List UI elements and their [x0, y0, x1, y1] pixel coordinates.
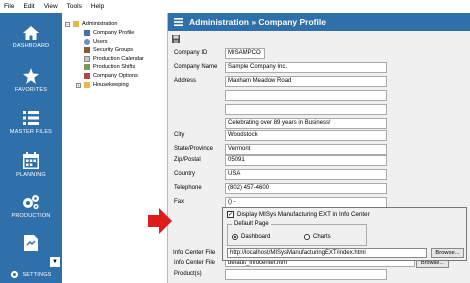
tree-item-company-profile[interactable]: Company Profile [84, 30, 134, 36]
company-id-label: Company ID [174, 50, 208, 56]
company-name-label: Company Name [174, 64, 218, 70]
tree-item-security-groups[interactable]: Security Groups [84, 47, 133, 53]
company-name-field[interactable]: Sample Company Inc. [225, 62, 387, 73]
menu-bar: File Edit View Tools Help [0, 0, 470, 13]
city-field[interactable]: Woodstock [225, 130, 387, 141]
nav-report[interactable] [0, 235, 62, 254]
menu-edit[interactable]: Edit [23, 3, 34, 10]
navigation-tree: − Administration Company Profile Users S… [62, 13, 168, 283]
gears-icon [23, 195, 39, 210]
default-page-group: Default Page Dashboard Charts [227, 221, 367, 246]
nav-planning[interactable]: PLANNING [0, 152, 62, 178]
options-icon [84, 73, 90, 79]
radio-unselected-icon [304, 234, 310, 240]
tree-item-users[interactable]: Users [84, 39, 108, 45]
tree-item-production-calendar[interactable]: Production Calendar [84, 56, 144, 62]
checkbox-checked-icon: ✓ [227, 211, 234, 218]
list-icon [23, 111, 39, 125]
nav-dashboard[interactable]: DASHBOARD [0, 26, 62, 49]
company-icon [84, 30, 90, 36]
folder-icon [73, 21, 79, 27]
expand-icon[interactable]: + [76, 82, 81, 88]
home-icon [23, 26, 39, 40]
info-center-file-label: Info Center File [174, 260, 216, 266]
user-icon [84, 39, 90, 45]
state-label: State/Province [174, 146, 214, 152]
calendar-icon [23, 152, 39, 169]
tree-item-production-shifts[interactable]: Production Shifts [84, 64, 135, 70]
sidebar: DASHBOARD FAVORITES MASTER FILES PLANNIN… [0, 13, 62, 283]
menu-tools[interactable]: Tools [67, 3, 82, 10]
tree-item-administration[interactable]: − Administration [65, 21, 117, 27]
save-icon[interactable] [172, 35, 180, 43]
radio-dashboard[interactable]: Dashboard [232, 234, 270, 240]
radio-charts[interactable]: Charts [304, 234, 331, 240]
gear-icon [11, 270, 19, 279]
shifts-icon [84, 64, 90, 70]
page-title: Administration » Company Profile [189, 17, 326, 27]
group-icon [84, 47, 90, 53]
city-label: City [174, 132, 185, 138]
nav-production[interactable]: PRODUCTION [0, 194, 62, 219]
address-line-4[interactable]: Celebrating over 89 years in Business! [225, 118, 387, 129]
nav-dashboard-label: DASHBOARD [12, 43, 50, 49]
display-ext-label: Display MISys Manufacturing EXT in Info … [237, 211, 370, 218]
arrow-pointer-icon [148, 208, 172, 234]
country-label: Country [174, 171, 196, 177]
nav-production-label: PRODUCTION [11, 213, 51, 219]
state-field[interactable]: Vermont [225, 144, 387, 155]
menu-file[interactable]: File [4, 3, 14, 10]
popup-info-center-label: Info Center File [173, 249, 216, 256]
star-icon [23, 68, 39, 84]
address-line-2[interactable] [225, 90, 387, 101]
nav-settings[interactable]: SETTINGS [0, 270, 62, 279]
menu-view[interactable]: View [44, 3, 58, 10]
address-line-3[interactable] [225, 104, 387, 115]
address-label: Address [174, 78, 197, 84]
country-field[interactable]: USA [225, 169, 387, 180]
products-field[interactable] [225, 269, 387, 280]
nav-favorites-label: FAVORITES [14, 87, 48, 93]
tree-item-company-options[interactable]: Company Options [84, 73, 138, 79]
nav-master-files-label: MASTER FILES [9, 129, 53, 135]
telephone-label: Telephone [174, 185, 202, 191]
sidebar-collapse-button[interactable]: ▼ [50, 257, 60, 267]
nav-settings-label: SETTINGS [22, 271, 52, 278]
nav-planning-label: PLANNING [16, 172, 46, 178]
zip-label: Zip/Postal [174, 157, 201, 163]
display-ext-checkbox[interactable]: ✓ Display MISys Manufacturing EXT in Inf… [227, 211, 370, 218]
tree-item-housekeeping[interactable]: + Housekeeping [76, 82, 129, 88]
browse-button[interactable]: Browse... [431, 248, 464, 258]
page-header: Administration » Company Profile [168, 13, 470, 31]
telephone-field[interactable]: (802) 457-4600 [225, 183, 387, 194]
products-label: Product(s) [174, 271, 202, 277]
folder-icon [84, 82, 90, 88]
info-center-url-field[interactable]: http://localhost/MISysManufacturingEXT/i… [227, 248, 427, 258]
address-line-1[interactable]: Maxham Meadow Road [225, 76, 387, 87]
zip-field[interactable]: 05091 [225, 155, 387, 166]
radio-selected-icon [232, 234, 238, 240]
menu-help[interactable]: Help [91, 3, 104, 10]
collapse-icon[interactable]: − [65, 21, 70, 27]
fax-label: Fax [174, 199, 185, 205]
nav-favorites[interactable]: FAVORITES [0, 68, 62, 93]
document-icon [24, 235, 38, 251]
nav-master-files[interactable]: MASTER FILES [0, 110, 62, 135]
info-center-popup: ✓ Display MISys Manufacturing EXT in Inf… [173, 207, 467, 261]
calendar-icon [84, 56, 90, 62]
company-id-field[interactable]: MISAMPCO [225, 48, 265, 59]
default-page-title: Default Page [232, 221, 271, 227]
hamburger-icon[interactable] [174, 18, 183, 26]
